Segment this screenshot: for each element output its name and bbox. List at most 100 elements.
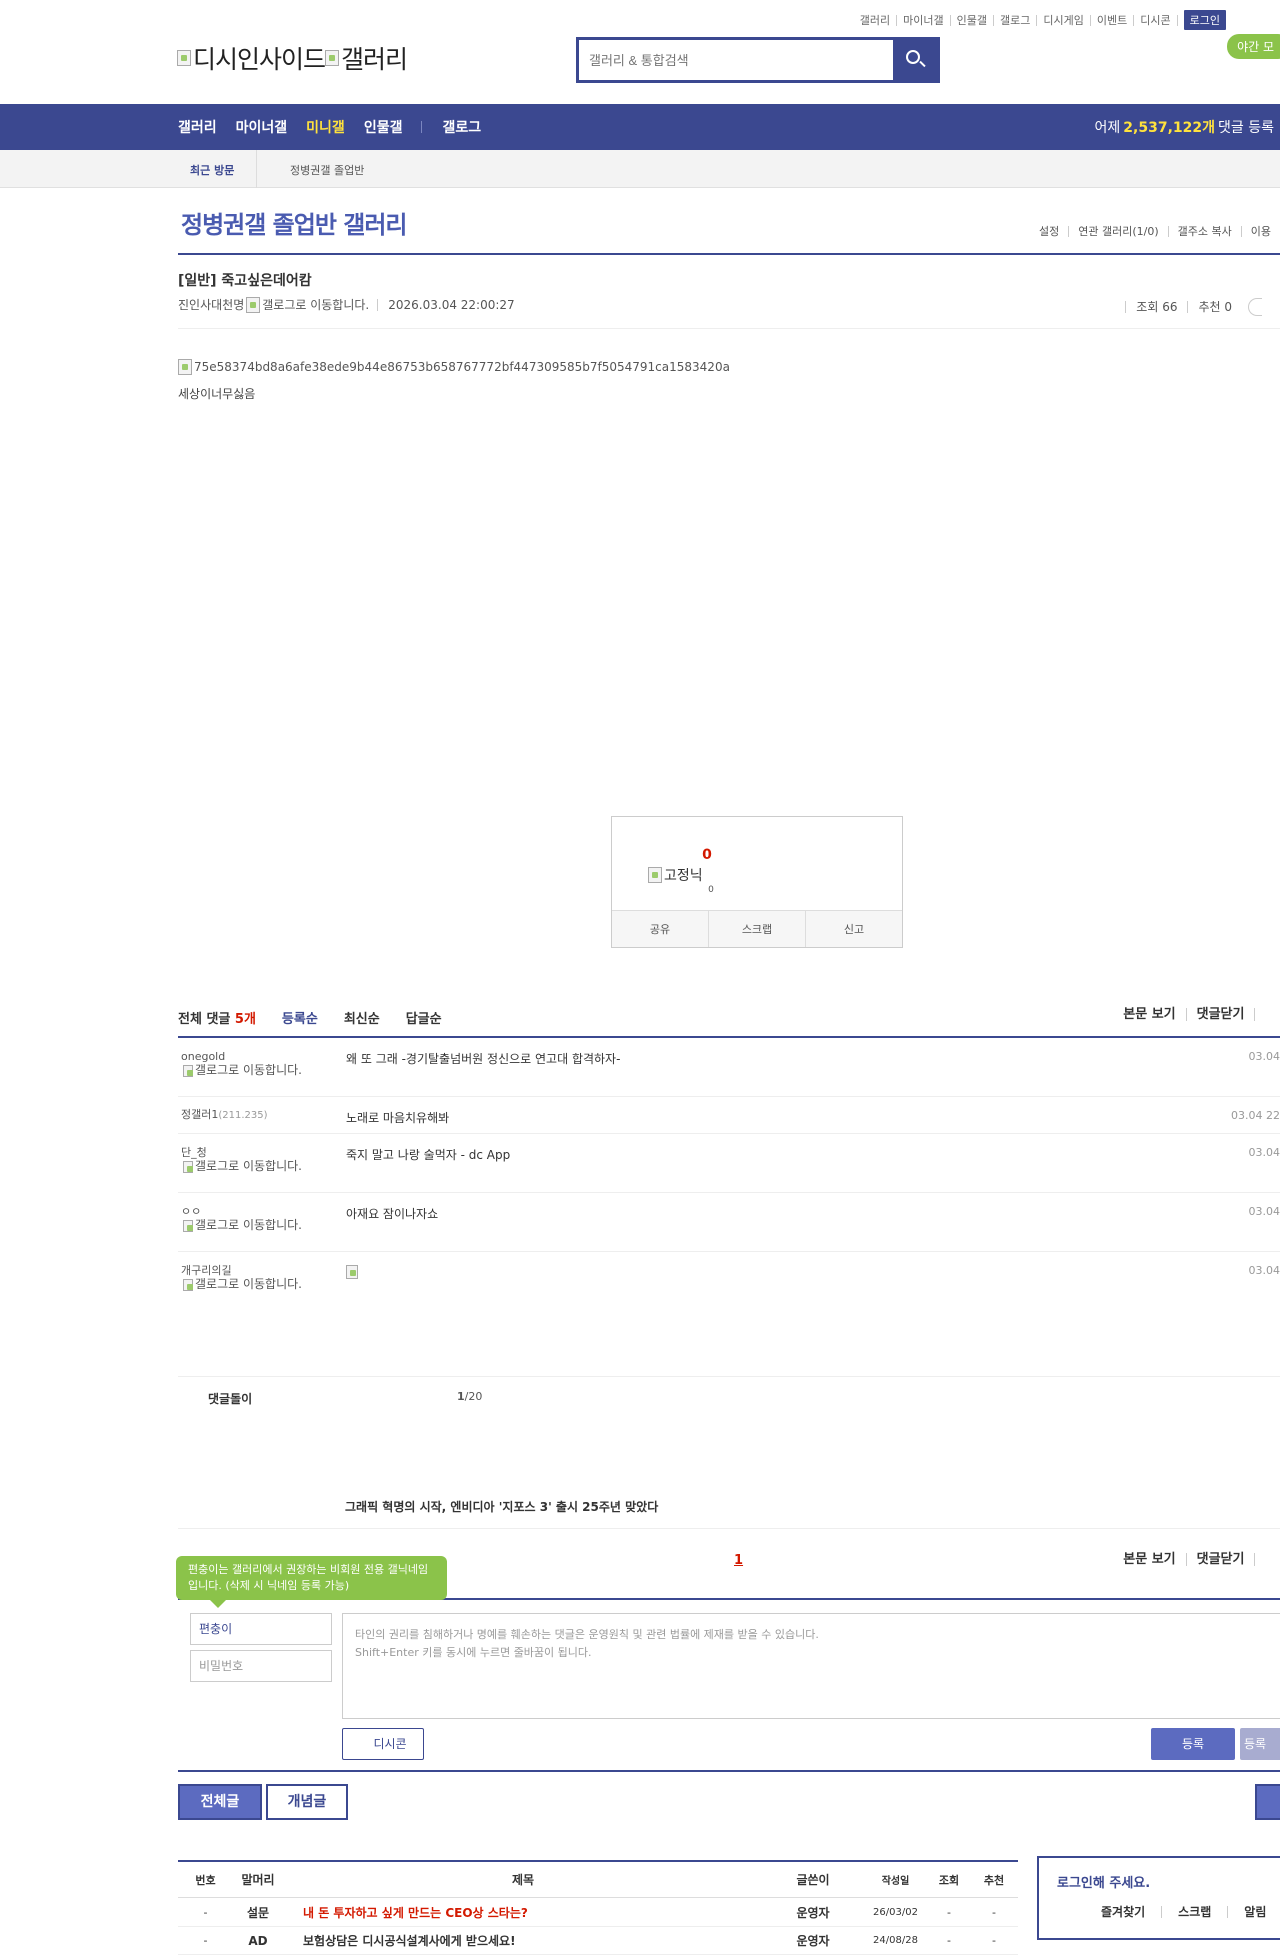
password-input[interactable]: 비밀번호	[190, 1650, 332, 1682]
scrap-link[interactable]: 스크랩	[1161, 1906, 1227, 1918]
comment-text: 노래로 마음치유해봐	[346, 1111, 450, 1125]
row-writer[interactable]: 운영자	[763, 1904, 863, 1921]
logo-alt-gallery: 갤러리	[341, 45, 408, 74]
table-row[interactable]: - 설문 내 돈 투자하고 싶게 만드는 CEO상 스타는? 운영자 26/03…	[178, 1899, 1018, 1927]
search-button[interactable]	[893, 40, 937, 80]
dccon-button[interactable]: 디시콘	[342, 1728, 424, 1760]
comment-tools: 본문 보기 댓글닫기	[1113, 1008, 1280, 1021]
write-post-button[interactable]	[1255, 1784, 1280, 1820]
yesterday-prefix: 어제	[1094, 120, 1121, 136]
post-body-text: 세상이너무싫음	[178, 387, 256, 401]
row-subject[interactable]: 보험상담은 디시공식설계사에게 받으세요!	[283, 1932, 763, 1949]
comment-total-label: 전체 댓글	[178, 1012, 231, 1027]
comment-author[interactable]: 개구리의길 갤로그로 이동합니다.	[181, 1264, 311, 1291]
comment-row: 정갤러1(211.235) 노래로 마음치유해봐 03.04 22	[178, 1097, 1280, 1134]
top-link-dccon[interactable]: 디시콘	[1134, 14, 1178, 26]
login-prompt[interactable]: 로그인해 주세요.	[1057, 1872, 1150, 1891]
row-subject[interactable]: 내 돈 투자하고 싶게 만드는 CEO상 스타는?	[283, 1904, 763, 1921]
comment-textarea[interactable]: 타인의 권리를 침해하거나 명예를 훼손하는 댓글은 운영원칙 및 관련 법률에…	[342, 1613, 1280, 1719]
sort-tab-reply[interactable]: 답글순	[406, 1008, 442, 1027]
submit-comment-button[interactable]: 등록	[1151, 1728, 1235, 1760]
gallery-title[interactable]: 정병권갤 졸업반 갤러리	[181, 205, 408, 240]
post-gallog-alt[interactable]: 갤로그로 이동합니다.	[262, 296, 369, 313]
comment-author[interactable]: ㅇㅇ 갤로그로 이동합니다.	[181, 1205, 311, 1232]
post-image[interactable]: 75e58374bd8a6afe38ede9b44e86753b65876777…	[178, 359, 730, 375]
fixed-nick-count: 0	[708, 885, 714, 895]
close-comments-button[interactable]: 댓글닫기	[1185, 1008, 1255, 1021]
post-meta: 진인사대천명 갤로그로 이동합니다. 2026.03.04 22:00:27	[178, 296, 515, 313]
comment-tools-more[interactable]	[1254, 1008, 1280, 1021]
alarm-link[interactable]: 알림	[1227, 1906, 1280, 1918]
submit-comment-secondary-button[interactable]: 등록	[1240, 1728, 1280, 1760]
share-button[interactable]: 공유	[612, 911, 709, 947]
ad-headline[interactable]: 그래픽 혁명의 시작, 엔비디아 '지포스 3' 출시 25주년 맞았다	[345, 1498, 658, 1515]
nav-item-mini[interactable]: 미니갤	[306, 117, 345, 137]
top-link-person[interactable]: 인물갤	[951, 14, 995, 26]
post-author[interactable]: 진인사대천명	[178, 296, 244, 313]
comment-author[interactable]: 정갤러1(211.235)	[181, 1108, 311, 1123]
concept-posts-tab[interactable]: 개념글	[266, 1784, 348, 1820]
row-tag: AD	[248, 1933, 268, 1948]
comment-author[interactable]: onegold 갤로그로 이동합니다.	[181, 1050, 311, 1077]
col-subject: 제목	[511, 1873, 535, 1887]
nav-item-person[interactable]: 인물갤	[364, 117, 403, 137]
col-tag[interactable]: 말머리	[233, 1871, 283, 1888]
close-comments-button[interactable]: 댓글닫기	[1185, 1553, 1255, 1566]
reply-bot-label[interactable]: 댓글돌이	[208, 1390, 252, 1407]
recent-visits-label[interactable]: 최근 방문	[190, 162, 234, 178]
row-tag: 설문	[246, 1906, 270, 1920]
comment-list-bottom	[178, 1376, 1280, 1377]
nav-list: 갤러리 마이너갤 미니갤 인물갤 갤로그	[178, 104, 500, 150]
comment-date: 03.04	[1248, 1146, 1280, 1159]
recent-visit-item[interactable]: 정병권갤 졸업반	[290, 162, 364, 178]
sort-tab-latest[interactable]: 최신순	[344, 1008, 380, 1027]
site-logo[interactable]: 디시인사이드 갤러리	[177, 40, 408, 76]
usage-link[interactable]: 이용	[1240, 226, 1280, 237]
comment-page-1[interactable]: 1	[734, 1553, 743, 1568]
report-button[interactable]: 신고	[806, 911, 902, 947]
comment-date: 03.04	[1248, 1050, 1280, 1063]
logo-alt-dcinside: 디시인사이드	[193, 45, 326, 74]
row-writer[interactable]: 운영자	[763, 1932, 863, 1949]
comment-textarea-hint-1: 타인의 권리를 침해하거나 명예를 훼손하는 댓글은 운영원칙 및 관련 법률에…	[355, 1628, 819, 1641]
comment-author[interactable]: 단_청 갤로그로 이동합니다.	[181, 1146, 311, 1173]
view-body-button[interactable]: 본문 보기	[1113, 1553, 1185, 1566]
view-body-button[interactable]: 본문 보기	[1113, 1008, 1185, 1021]
search-input[interactable]	[579, 40, 893, 80]
comment-jump-button[interactable]	[1248, 298, 1262, 316]
related-gallery-link[interactable]: 연관 갤러리(1/0)	[1068, 226, 1167, 237]
login-box-links: 즐겨찾기 스크랩 알림	[1039, 1906, 1280, 1918]
favorites-link[interactable]: 즐겨찾기	[1085, 1906, 1161, 1918]
top-link-event[interactable]: 이벤트	[1091, 14, 1135, 26]
gallery-settings-link[interactable]: 설정	[1030, 226, 1068, 237]
top-link-game[interactable]: 디시게임	[1037, 14, 1091, 26]
post-views: 조회 66	[1125, 301, 1187, 313]
nav-item-minor[interactable]: 마이너갤	[236, 117, 288, 137]
all-posts-tab[interactable]: 전체글	[178, 1784, 262, 1820]
yesterday-suffix: 댓글 등록	[1218, 120, 1274, 136]
comment-text: 죽지 말고 나랑 술먹자 - dc App	[346, 1148, 511, 1162]
night-mode-button[interactable]: 야간 모	[1227, 34, 1280, 59]
scrap-button[interactable]: 스크랩	[709, 911, 806, 947]
sort-tab-registered[interactable]: 등록순	[282, 1008, 318, 1027]
col-date: 작성일	[881, 1876, 910, 1887]
post-image-alt: 75e58374bd8a6afe38ede9b44e86753b65876777…	[194, 360, 730, 374]
nav-item-gallery[interactable]: 갤러리	[178, 117, 217, 137]
top-link-minor[interactable]: 마이너갤	[897, 14, 951, 26]
comment-tools-more[interactable]	[1254, 1553, 1280, 1566]
row-date: 26/03/02	[873, 1907, 918, 1918]
nav-item-gallog[interactable]: 갤로그	[442, 117, 481, 137]
gallery-title-divider	[178, 253, 1280, 255]
login-button[interactable]: 로그인	[1183, 10, 1226, 30]
row-number: -	[203, 1906, 208, 1919]
top-link-gallog[interactable]: 갤로그	[994, 14, 1038, 26]
fixed-nick-recommend[interactable]: 고정닉	[648, 865, 703, 885]
table-row[interactable]: - AD 보험상담은 디시공식설계사에게 받으세요! 운영자 24/08/28 …	[178, 1927, 1018, 1955]
top-link-gallery[interactable]: 갤러리	[854, 14, 898, 26]
comment-dccon-image	[346, 1264, 360, 1279]
post-header-divider	[178, 328, 1280, 329]
copy-address-link[interactable]: 갤주소 복사	[1167, 226, 1241, 237]
gallog-icon[interactable]	[246, 296, 261, 313]
broken-image-icon	[346, 1264, 358, 1279]
nickname-input[interactable]: 편충이	[190, 1613, 332, 1645]
